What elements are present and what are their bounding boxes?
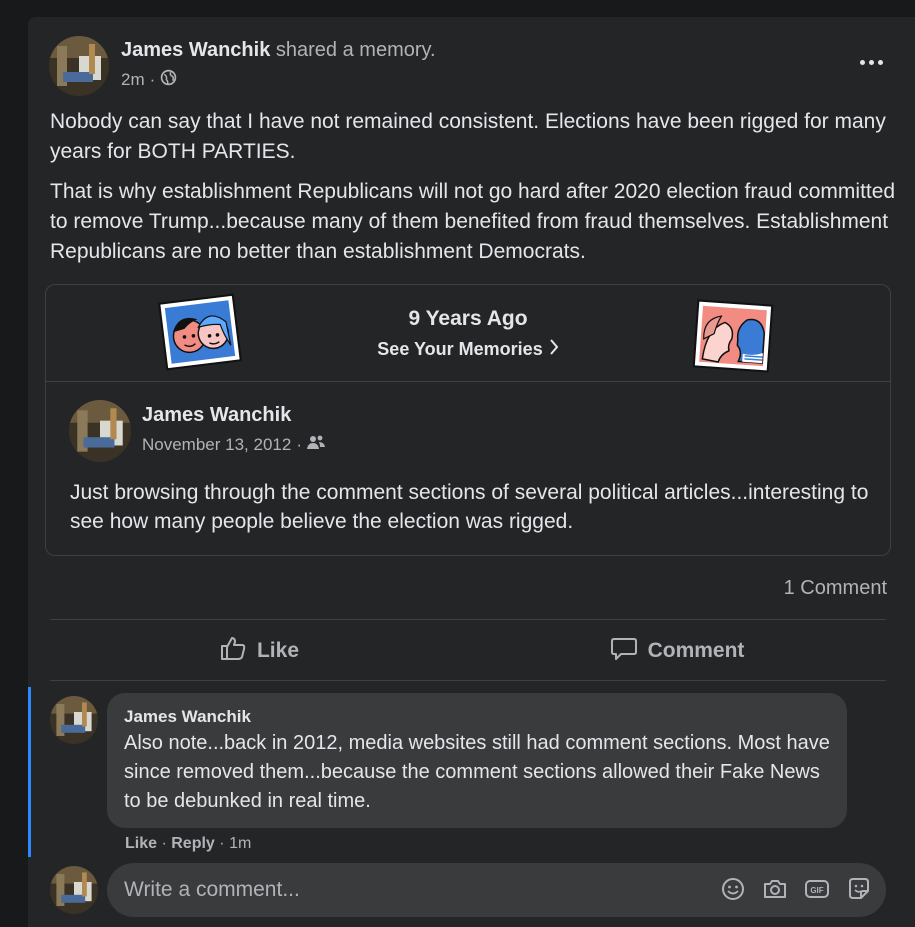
author-line: James Wanchik shared a memory. xyxy=(121,39,436,62)
comment-label: Comment xyxy=(647,639,745,662)
speech-bubble-icon xyxy=(610,634,638,668)
comment-like-link[interactable]: Like xyxy=(125,835,157,852)
friends-icon xyxy=(307,434,325,455)
like-label: Like xyxy=(256,639,300,662)
highlight-bar xyxy=(28,687,31,857)
like-button[interactable]: Like xyxy=(50,621,468,681)
divider xyxy=(50,680,886,681)
smiley-icon[interactable] xyxy=(720,876,746,902)
meta-separator: · xyxy=(149,70,156,89)
comment-bubble: James Wanchik Also note...back in 2012, … xyxy=(107,693,847,828)
post-paragraph-1: Nobody can say that I have not remained … xyxy=(50,110,886,163)
comment-item: James Wanchik Also note...back in 2012, … xyxy=(28,687,915,857)
post-timestamp[interactable]: 2m xyxy=(121,70,145,90)
comment-button[interactable]: Comment xyxy=(468,621,886,681)
svg-text:GIF: GIF xyxy=(810,886,823,895)
gif-icon[interactable]: GIF xyxy=(804,876,830,902)
camera-icon[interactable] xyxy=(762,876,788,902)
composer-avatar xyxy=(50,866,98,914)
commenter-name[interactable]: James Wanchik xyxy=(124,707,830,727)
meta-separator: · xyxy=(161,835,167,852)
post-paragraph-2: That is why establishment Republicans wi… xyxy=(50,180,896,263)
post-meta: 2m · xyxy=(121,69,177,91)
shared-post-text: Just browsing through the comment sectio… xyxy=(70,481,869,533)
comment-input[interactable] xyxy=(124,863,684,917)
sticker-icon[interactable] xyxy=(846,876,872,902)
post-actions: Like Comment xyxy=(50,621,886,681)
kiss-sticker-icon xyxy=(692,298,775,373)
thumbs-up-icon xyxy=(219,634,247,668)
post-card: James Wanchik shared a memory. 2m · Nobo… xyxy=(28,17,915,927)
comment-actions: Like · Reply · 1m xyxy=(125,835,251,853)
divider xyxy=(50,619,886,620)
post-header: James Wanchik shared a memory. 2m · xyxy=(28,17,915,97)
author-avatar[interactable] xyxy=(49,36,109,96)
shared-post-meta: November 13, 2012 · xyxy=(142,434,325,455)
meta-separator: · xyxy=(296,434,302,454)
shared-author-avatar[interactable] xyxy=(69,400,131,462)
memory-card[interactable]: 9 Years Ago See Your Memories James Wanc… xyxy=(45,284,891,556)
comment-timestamp[interactable]: 1m xyxy=(229,835,251,852)
globe-icon[interactable] xyxy=(160,69,177,91)
post-action-text: shared a memory. xyxy=(275,39,436,61)
commenter-avatar[interactable] xyxy=(50,696,98,744)
composer-icons: GIF xyxy=(720,876,872,902)
post-body: Nobody can say that I have not remained … xyxy=(50,107,900,277)
shared-author-name[interactable]: James Wanchik xyxy=(142,404,291,427)
meta-separator: · xyxy=(219,835,225,852)
chevron-right-icon xyxy=(549,339,559,360)
shared-post-date[interactable]: November 13, 2012 xyxy=(142,435,291,455)
comment-reply-link[interactable]: Reply xyxy=(171,835,215,852)
comment-count[interactable]: 1 Comment xyxy=(784,577,887,600)
see-memories-label: See Your Memories xyxy=(377,339,543,359)
more-dots-icon[interactable] xyxy=(853,47,889,77)
comment-input-box[interactable]: GIF xyxy=(107,863,886,917)
comment-text: Also note...back in 2012, media websites… xyxy=(124,732,830,812)
memory-banner[interactable]: 9 Years Ago See Your Memories xyxy=(46,285,890,382)
author-name[interactable]: James Wanchik xyxy=(121,39,270,61)
comment-composer: GIF xyxy=(28,862,915,922)
